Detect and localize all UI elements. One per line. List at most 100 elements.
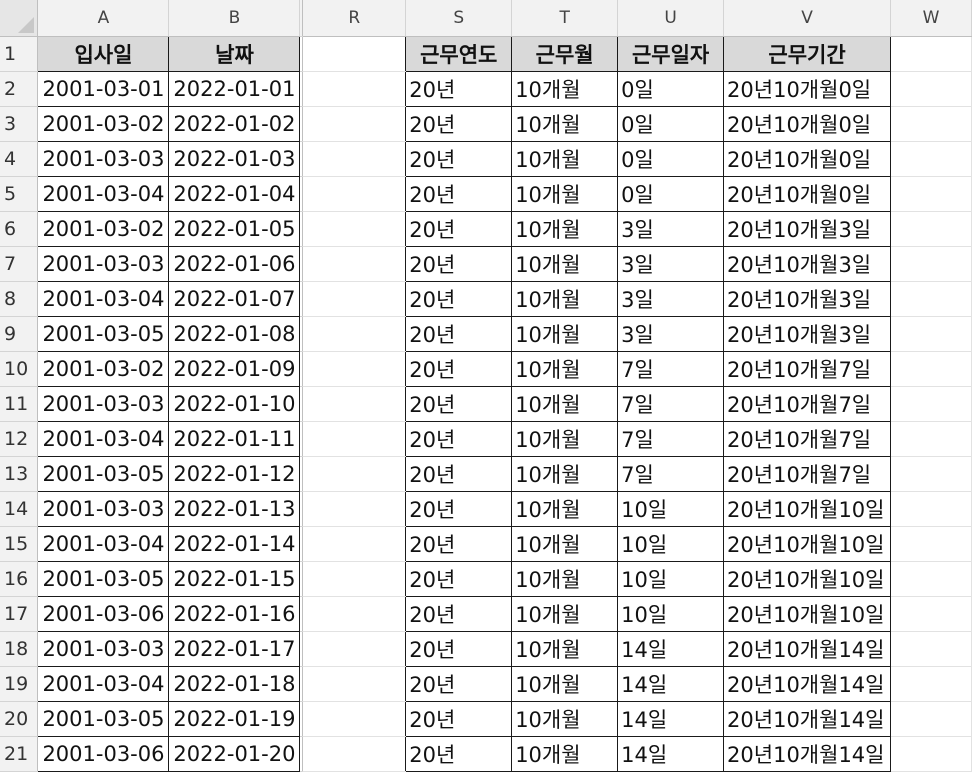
cell-w[interactable] [890,36,972,72]
cell-work-days[interactable]: 14일 [617,736,725,772]
cell-r[interactable] [302,176,407,212]
cell-r[interactable] [302,561,407,597]
cell-work-months[interactable]: 10개월 [511,386,619,422]
column-header-a[interactable]: A [37,0,170,37]
cell-work-months[interactable]: 10개월 [511,211,619,247]
cell-w[interactable] [890,456,972,492]
column-header-r[interactable]: R [302,0,407,37]
row-header[interactable]: 15 [0,526,39,562]
cell-w[interactable] [890,736,972,772]
cell-work-years[interactable]: 20년 [405,666,513,702]
cell-hire-date[interactable]: 2001-03-04 [37,421,170,457]
cell-r[interactable] [302,141,407,177]
cell-hire-date[interactable]: 2001-03-03 [37,386,170,422]
cell-work-months[interactable]: 10개월 [511,631,619,667]
cell-work-days[interactable]: 3일 [617,211,725,247]
cell-date[interactable]: 2022-01-10 [168,386,301,422]
cell-hire-date[interactable]: 2001-03-04 [37,176,170,212]
cell-date[interactable]: 2022-01-17 [168,631,301,667]
cell-work-years[interactable]: 20년 [405,736,513,772]
cell-r[interactable] [302,281,407,317]
cell-r[interactable] [302,596,407,632]
cell-work-period[interactable]: 20년10개월14일 [723,701,892,737]
header-cell-work-period[interactable]: 근무기간 [723,36,892,72]
row-header[interactable]: 4 [0,141,39,177]
cell-work-months[interactable]: 10개월 [511,561,619,597]
column-header-u[interactable]: U [617,0,725,37]
row-header[interactable]: 17 [0,596,39,632]
cell-date[interactable]: 2022-01-01 [168,71,301,107]
cell-work-years[interactable]: 20년 [405,421,513,457]
cell-w[interactable] [890,386,972,422]
header-cell-work-months[interactable]: 근무월 [511,36,619,72]
cell-date[interactable]: 2022-01-07 [168,281,301,317]
cell-work-years[interactable]: 20년 [405,71,513,107]
cell-work-months[interactable]: 10개월 [511,421,619,457]
cell-hire-date[interactable]: 2001-03-02 [37,106,170,142]
cell-work-period[interactable]: 20년10개월7일 [723,456,892,492]
cell-work-months[interactable]: 10개월 [511,246,619,282]
column-header-b[interactable]: B [168,0,301,37]
cell-hire-date[interactable]: 2001-03-06 [37,596,170,632]
cell-hire-date[interactable]: 2001-03-06 [37,736,170,772]
cell-work-months[interactable]: 10개월 [511,106,619,142]
header-cell-work-years[interactable]: 근무연도 [405,36,513,72]
cell-hire-date[interactable]: 2001-03-05 [37,456,170,492]
cell-work-years[interactable]: 20년 [405,281,513,317]
cell-w[interactable] [890,631,972,667]
cell-w[interactable] [890,351,972,387]
cell-work-years[interactable]: 20년 [405,351,513,387]
cell-work-months[interactable]: 10개월 [511,596,619,632]
cell-w[interactable] [890,211,972,247]
cell-work-days[interactable]: 10일 [617,561,725,597]
cell-date[interactable]: 2022-01-03 [168,141,301,177]
cell-work-days[interactable]: 7일 [617,456,725,492]
cell-work-months[interactable]: 10개월 [511,736,619,772]
row-header[interactable]: 9 [0,316,39,352]
cell-work-days[interactable]: 0일 [617,71,725,107]
cell-work-months[interactable]: 10개월 [511,526,619,562]
cell-w[interactable] [890,71,972,107]
cell-work-period[interactable]: 20년10개월3일 [723,316,892,352]
row-header[interactable]: 12 [0,421,39,457]
cell-w[interactable] [890,561,972,597]
row-header[interactable]: 10 [0,351,39,387]
cell-work-years[interactable]: 20년 [405,211,513,247]
cell-hire-date[interactable]: 2001-03-02 [37,211,170,247]
cell-work-months[interactable]: 10개월 [511,176,619,212]
cell-r[interactable] [302,421,407,457]
cell-work-years[interactable]: 20년 [405,386,513,422]
cell-work-period[interactable]: 20년10개월7일 [723,351,892,387]
cell-work-years[interactable]: 20년 [405,456,513,492]
cell-hire-date[interactable]: 2001-03-03 [37,141,170,177]
row-header[interactable]: 19 [0,666,39,702]
cell-work-period[interactable]: 20년10개월3일 [723,211,892,247]
cell-work-days[interactable]: 7일 [617,421,725,457]
cell-r[interactable] [302,351,407,387]
cell-date[interactable]: 2022-01-15 [168,561,301,597]
cell-work-months[interactable]: 10개월 [511,316,619,352]
cell-work-years[interactable]: 20년 [405,596,513,632]
row-header[interactable]: 3 [0,106,39,142]
cell-work-months[interactable]: 10개월 [511,456,619,492]
cell-work-years[interactable]: 20년 [405,106,513,142]
cell-work-years[interactable]: 20년 [405,141,513,177]
column-header-t[interactable]: T [511,0,619,37]
cell-work-days[interactable]: 14일 [617,666,725,702]
cell-work-period[interactable]: 20년10개월14일 [723,666,892,702]
cell-w[interactable] [890,176,972,212]
cell-work-days[interactable]: 3일 [617,281,725,317]
cell-r[interactable] [302,36,407,72]
cell-date[interactable]: 2022-01-20 [168,736,301,772]
cell-hire-date[interactable]: 2001-03-03 [37,246,170,282]
cell-hire-date[interactable]: 2001-03-05 [37,561,170,597]
cell-work-days[interactable]: 14일 [617,631,725,667]
cell-hire-date[interactable]: 2001-03-03 [37,491,170,527]
row-header[interactable]: 20 [0,701,39,737]
row-header[interactable]: 18 [0,631,39,667]
cell-work-period[interactable]: 20년10개월10일 [723,561,892,597]
cell-hire-date[interactable]: 2001-03-04 [37,526,170,562]
cell-work-days[interactable]: 3일 [617,246,725,282]
header-cell-work-days[interactable]: 근무일자 [617,36,725,72]
cell-work-period[interactable]: 20년10개월0일 [723,141,892,177]
